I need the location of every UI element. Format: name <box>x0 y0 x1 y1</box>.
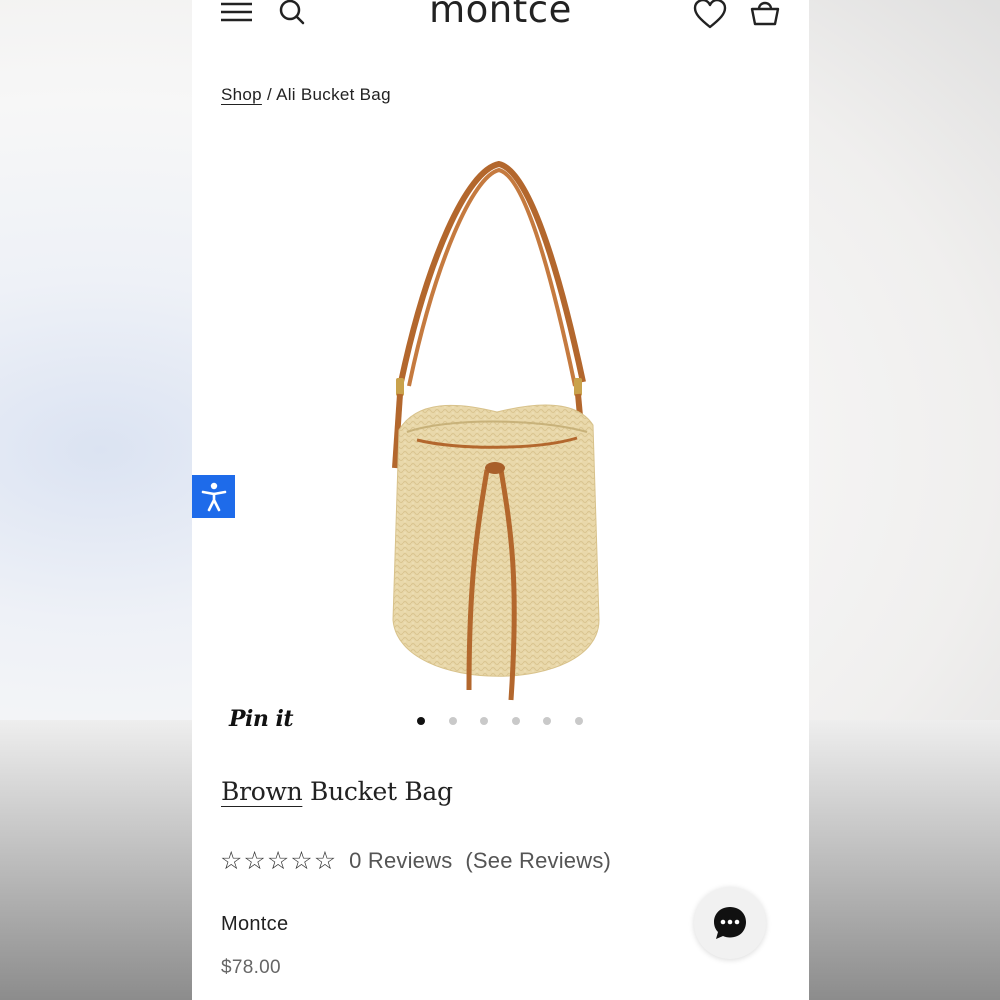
chat-button[interactable] <box>694 887 766 959</box>
gallery-dot[interactable] <box>574 717 583 725</box>
gallery-dot[interactable] <box>511 717 520 725</box>
gallery-dot[interactable] <box>417 717 425 725</box>
star-icon: ☆ <box>266 846 290 875</box>
chat-icon <box>714 907 746 939</box>
rating-stars: ☆ ☆ ☆ ☆ ☆ <box>220 846 337 875</box>
star-icon: ☆ <box>290 846 313 875</box>
see-reviews-link[interactable]: (See Reviews) <box>465 848 611 874</box>
cart-icon[interactable] <box>749 0 781 28</box>
product-brand: Montce <box>221 913 289 935</box>
star-icon: ☆ <box>313 846 337 875</box>
site-header: montce <box>192 0 809 40</box>
product-page: montce Shop / Ali Bucket Bag Pin it Brow… <box>192 0 809 1000</box>
product-color-link[interactable]: Brown <box>221 777 303 806</box>
heart-icon[interactable] <box>693 0 727 30</box>
gallery-dot[interactable] <box>448 717 457 725</box>
product-rating: ☆ ☆ ☆ ☆ ☆ 0 Reviews (See Reviews) <box>220 848 611 874</box>
gallery-dot[interactable] <box>480 717 488 725</box>
breadcrumb: Shop / Ali Bucket Bag <box>221 85 391 105</box>
breadcrumb-separator: / <box>266 85 272 104</box>
gallery-dots <box>417 717 583 725</box>
breadcrumb-current: Ali Bucket Bag <box>276 85 391 104</box>
breadcrumb-shop-link[interactable]: Shop <box>221 85 262 104</box>
product-title-rest: Bucket Bag <box>310 777 453 806</box>
product-price: $78.00 <box>221 957 281 978</box>
product-image[interactable] <box>387 150 612 715</box>
gallery-dot[interactable] <box>543 717 551 725</box>
star-icon: ☆ <box>220 846 243 875</box>
product-title: Brown Bucket Bag <box>221 777 453 806</box>
pin-it-button[interactable]: Pin it <box>229 706 294 732</box>
accessibility-icon <box>201 482 226 511</box>
accessibility-button[interactable] <box>192 475 235 518</box>
star-icon: ☆ <box>243 846 266 875</box>
reviews-count: 0 Reviews <box>349 848 453 873</box>
